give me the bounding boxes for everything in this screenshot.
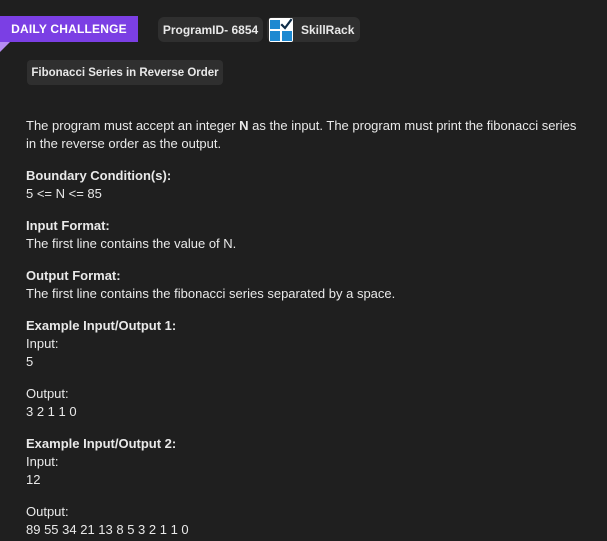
ribbon-fold bbox=[0, 42, 10, 52]
problem-intro: The program must accept an integer N as … bbox=[26, 117, 586, 153]
problem-title: Fibonacci Series in Reverse Order bbox=[31, 66, 219, 79]
example-2-input-value: 12 bbox=[26, 472, 41, 487]
example-2-section: Example Input/Output 2: Input: 12 Output… bbox=[26, 435, 586, 539]
daily-challenge-badge: DAILY CHALLENGE bbox=[0, 16, 138, 42]
example-2-output-value: 89 55 34 21 13 8 5 3 2 1 1 0 bbox=[26, 522, 189, 537]
input-format-section: Input Format: The first line contains th… bbox=[26, 217, 586, 253]
output-format-label: Output Format: bbox=[26, 268, 121, 283]
example-2-output-label: Output: bbox=[26, 504, 69, 519]
example-1-input-label: Input: bbox=[26, 336, 59, 351]
problem-page: DAILY CHALLENGE ProgramID- 6854 SkillRac… bbox=[0, 0, 607, 541]
output-format-value: The first line contains the fibonacci se… bbox=[26, 286, 396, 301]
input-format-label: Input Format: bbox=[26, 218, 110, 233]
intro-variable-n: N bbox=[239, 118, 249, 133]
skillrack-logo-icon bbox=[269, 17, 293, 42]
example-1-label: Example Input/Output 1: bbox=[26, 318, 177, 333]
example-1-output-label: Output: bbox=[26, 386, 69, 401]
boundary-label: Boundary Condition(s): bbox=[26, 168, 172, 183]
example-1-input-value: 5 bbox=[26, 354, 34, 369]
program-id-badge: ProgramID- 6854 bbox=[158, 17, 263, 42]
input-format-value: The first line contains the value of N. bbox=[26, 236, 237, 251]
skillrack-label: SkillRack bbox=[301, 22, 355, 37]
output-format-section: Output Format: The first line contains t… bbox=[26, 267, 586, 303]
problem-description: The program must accept an integer N as … bbox=[26, 117, 586, 539]
boundary-section: Boundary Condition(s): 5 <= N <= 85 bbox=[26, 167, 586, 203]
daily-challenge-label: DAILY CHALLENGE bbox=[11, 22, 127, 36]
boundary-value: 5 <= N <= 85 bbox=[26, 186, 102, 201]
skillrack-badge[interactable]: SkillRack bbox=[267, 17, 360, 42]
example-2-input-label: Input: bbox=[26, 454, 59, 469]
problem-title-badge: Fibonacci Series in Reverse Order bbox=[27, 60, 223, 85]
example-1-output-value: 3 2 1 1 0 bbox=[26, 404, 77, 419]
example-2-label: Example Input/Output 2: bbox=[26, 436, 177, 451]
intro-text-start: The program must accept an integer bbox=[26, 118, 240, 133]
program-id-label: ProgramID- 6854 bbox=[162, 22, 259, 37]
example-1-section: Example Input/Output 1: Input: 5 Output:… bbox=[26, 317, 586, 421]
